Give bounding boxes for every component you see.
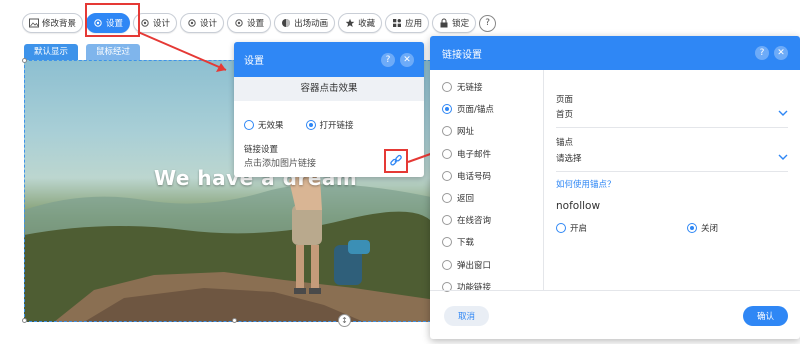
help-icon[interactable]: ? [755,46,769,60]
link-type-phone[interactable]: 电话号码 [430,165,543,187]
page-select[interactable]: 首页 [556,108,788,124]
link-type-page-anchor[interactable]: 页面/锚点 [430,98,543,120]
radio-nofollow-on[interactable]: 开启 [556,222,587,234]
link-type-download[interactable]: 下载 [430,231,543,253]
page-select-value: 首页 [556,110,574,120]
chevron-down-icon [778,110,788,116]
link-settings-header: 链接设置 ? ✕ [430,36,800,70]
radio-nofollow-off[interactable]: 关闭 [687,222,718,234]
link-type-list: 无链接 页面/锚点 网址 电子邮件 电话号码 返回 在线咨询 下载 弹出窗口 功… [430,70,544,293]
link-type-back[interactable]: 返回 [430,187,543,209]
link-settings-panel: 链接设置 ? ✕ 无链接 页面/锚点 网址 电子邮件 电话号码 返回 在线咨询 … [430,36,800,339]
anchor-select[interactable]: 请选择 [556,152,788,168]
link-type-email[interactable]: 电子邮件 [430,143,543,165]
chevron-down-icon [778,154,788,160]
link-settings-title: 链接设置 [442,49,482,61]
close-icon[interactable]: ✕ [774,46,788,60]
link-panel-footer: 取消 确认 [430,290,800,339]
anchor-help-link[interactable]: 如何使用锚点？ [556,178,616,190]
anchor-select-value: 请选择 [556,154,582,164]
cancel-button[interactable]: 取消 [444,306,489,326]
nofollow-options: 开启 关闭 [556,222,718,234]
link-type-chat[interactable]: 在线咨询 [430,209,543,231]
page-label: 页面 [556,95,574,105]
confirm-button[interactable]: 确认 [743,306,788,326]
anchor-label: 锚点 [556,138,574,148]
link-type-url[interactable]: 网址 [430,120,543,142]
link-type-none[interactable]: 无链接 [430,76,543,98]
nofollow-label: nofollow [556,200,601,212]
link-type-popup[interactable]: 弹出窗口 [430,254,543,276]
